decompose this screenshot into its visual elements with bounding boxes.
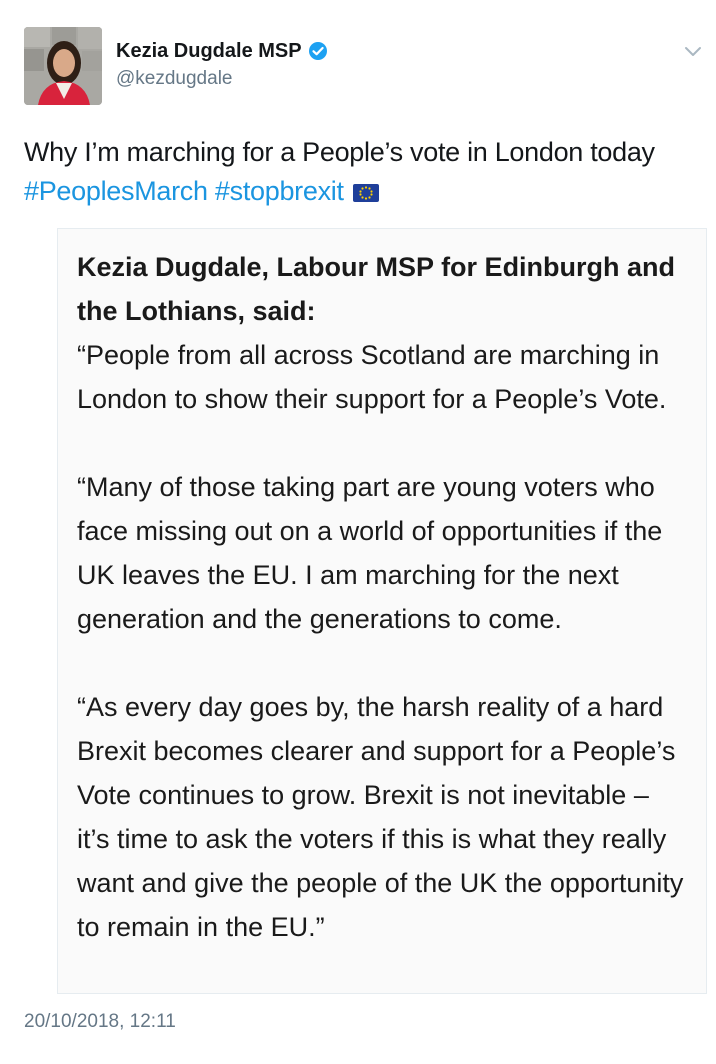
eu-flag-icon [352, 183, 379, 202]
attached-image[interactable]: Kezia Dugdale, Labour MSP for Edinburgh … [57, 228, 707, 994]
display-name-row: Kezia Dugdale MSP [116, 38, 328, 64]
quote-heading: Kezia Dugdale, Labour MSP for Edinburgh … [77, 252, 676, 326]
hashtag-peoplesmarch[interactable]: #PeoplesMarch [24, 176, 208, 206]
tweet-text: Why I’m marching for a People’s vote in … [24, 133, 694, 211]
quote-paragraph-1: “People from all across Scotland are mar… [77, 340, 667, 414]
display-name[interactable]: Kezia Dugdale MSP [116, 40, 302, 63]
tweet-body: Why I’m marching for a People’s vote in … [24, 137, 655, 167]
verified-badge-icon [308, 42, 327, 60]
hashtag-stopbrexit[interactable]: #stopbrexit [215, 176, 344, 206]
tweet: Kezia Dugdale MSP @kezdugdale Why I’m ma… [0, 0, 716, 1064]
chevron-down-icon[interactable] [684, 46, 702, 58]
tweet-timestamp[interactable]: 20/10/2018, 12:11 [24, 1011, 176, 1033]
quote-paragraph-3: “As every day goes by, the harsh reality… [77, 692, 684, 942]
avatar[interactable] [24, 27, 102, 105]
quote-paragraph-2: “Many of those taking part are young vot… [77, 472, 663, 634]
user-info: Kezia Dugdale MSP @kezdugdale [116, 38, 328, 90]
profile-photo-icon [24, 27, 102, 105]
user-handle[interactable]: @kezdugdale [116, 68, 328, 90]
